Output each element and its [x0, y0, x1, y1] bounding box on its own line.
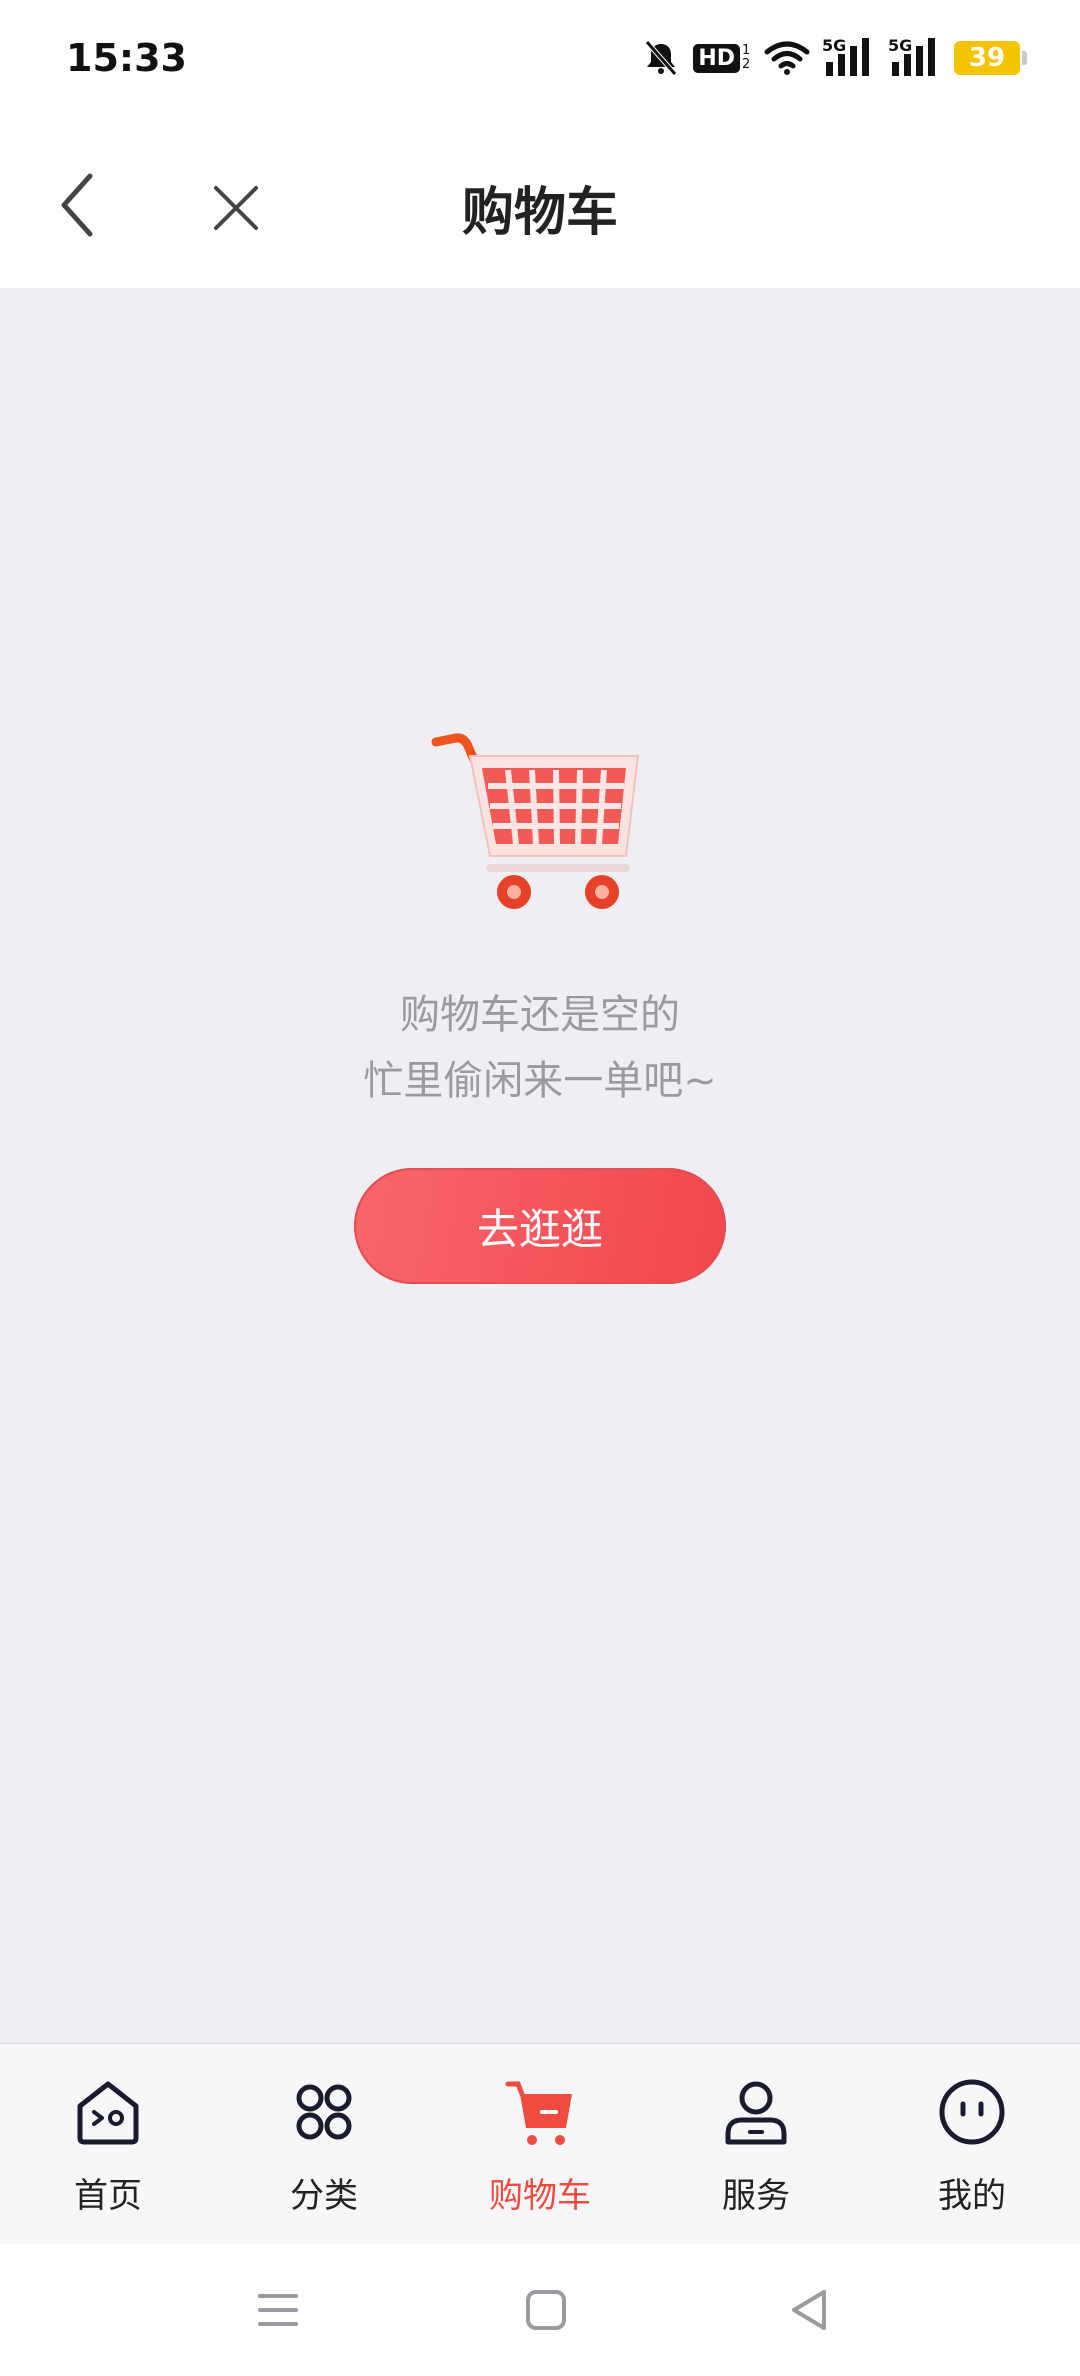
- empty-submessage: 忙里偷闲来一单吧~: [363, 1058, 717, 1104]
- cart-content: 购物车还是空的 忙里偷闲来一单吧~ 去逛逛: [0, 288, 1080, 2043]
- battery-level: 39: [968, 43, 1006, 73]
- tab-label: 服务: [722, 2176, 790, 2216]
- category-icon: [296, 2084, 352, 2140]
- bell-muted-icon: [645, 40, 678, 76]
- status-icons: HD 1 2 5G 5G 39: [641, 34, 1027, 82]
- battery-indicator: 39: [954, 41, 1027, 75]
- tab-home[interactable]: 首页: [0, 2044, 216, 2244]
- tab-label: 分类: [290, 2176, 358, 2216]
- hd-label: HD: [693, 43, 740, 73]
- tab-label: 我的: [938, 2176, 1006, 2216]
- system-nav-bar: [0, 2244, 1080, 2376]
- home-square-icon[interactable]: [522, 2286, 570, 2334]
- empty-message: 购物车还是空的: [400, 992, 680, 1038]
- hd-sub-label: 1 2: [742, 43, 751, 72]
- status-bar: 15:33 HD 1 2 5G 5G 39: [0, 0, 1080, 120]
- tab-cart[interactable]: 购物车: [432, 2044, 648, 2244]
- 5g-signal-icon: 5G: [888, 36, 942, 78]
- cart-icon: [505, 2081, 572, 2145]
- home-icon: [77, 2081, 139, 2145]
- wifi-icon: [764, 41, 810, 75]
- status-time: 15:33: [66, 36, 187, 80]
- menu-icon[interactable]: [254, 2286, 302, 2334]
- page-header: 购物车: [0, 120, 1080, 288]
- tab-label: 首页: [74, 2176, 142, 2216]
- page-title: 购物车: [461, 183, 618, 243]
- back-triangle-icon[interactable]: [786, 2286, 834, 2334]
- bottom-tab-bar: 首页 分类 购物车 服务 我的: [0, 2043, 1080, 2244]
- tab-mine[interactable]: 我的: [864, 2044, 1080, 2244]
- user-icon: [725, 2081, 787, 2145]
- go-shopping-button[interactable]: 去逛逛: [354, 1168, 726, 1284]
- tab-category[interactable]: 分类: [216, 2044, 432, 2244]
- shopping-cart-icon: [431, 733, 640, 909]
- tab-label: 购物车: [489, 2176, 591, 2216]
- face-icon: [939, 2079, 1005, 2145]
- tab-service[interactable]: 服务: [648, 2044, 864, 2244]
- 5g-signal-icon: 5G: [822, 36, 876, 78]
- hd-icon: HD 1 2: [693, 43, 752, 73]
